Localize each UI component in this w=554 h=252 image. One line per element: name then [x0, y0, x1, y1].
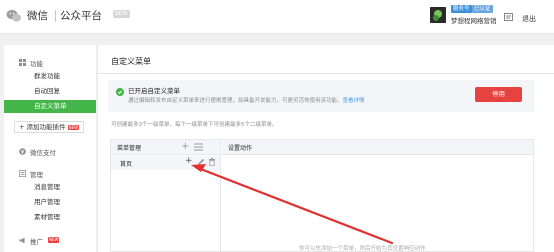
message-icon[interactable]	[504, 13, 513, 21]
notice-text: 通过编辑和发布自定义菜单来进行便携管理，如具备开发能力，可更灵活地使用该功能。	[128, 98, 343, 104]
account-type-badge: 服务号	[451, 5, 472, 13]
brand-divider	[55, 10, 56, 22]
promote-new-badge: NEW	[48, 237, 60, 243]
disable-menu-button[interactable]: 停用	[475, 87, 522, 102]
sidebar-item-broadcast[interactable]: 群发功能	[4, 70, 96, 83]
account-name[interactable]: 梦想程网络营销	[451, 15, 497, 25]
add-submenu-icon[interactable]: +	[185, 155, 193, 167]
empty-action-text: 你可以先添加一个菜单，然后开始为其设置响应动作	[299, 246, 426, 252]
sidebar-item-custom-menu[interactable]: 自定义菜单	[4, 100, 96, 113]
title-divider	[97, 73, 554, 74]
add-menu-icon[interactable]: +	[181, 141, 189, 153]
sidebar-item-users[interactable]: 用户管理	[4, 196, 96, 209]
sidebar-group-function: 功能	[30, 60, 43, 68]
brand-name: 微信	[27, 10, 48, 22]
sidebar-group-promote[interactable]: 推广	[30, 236, 43, 246]
avatar-icon	[430, 7, 446, 23]
notice-details-link[interactable]: 查看详情	[343, 98, 365, 104]
menu-limit-hint: 可创建最多3个一级菜单，每个一级菜单下可创建最多5个二级菜单。	[111, 122, 278, 128]
avatar[interactable]	[430, 7, 446, 23]
sidebar-item-auto-reply[interactable]: 自动回复	[4, 85, 96, 98]
logout-link[interactable]: 退出	[522, 14, 536, 24]
menu-manage-title: 菜单管理	[117, 145, 142, 152]
sidebar-item-materials[interactable]: 素材管理	[4, 211, 96, 224]
action-header: 设置动作	[222, 140, 533, 155]
notice-description: 通过编辑和发布自定义菜单来进行便携管理，如具备开发能力，可更灵活地使用该功能。查…	[128, 96, 365, 104]
verified-badge: 已认证	[472, 5, 493, 13]
edit-icon[interactable]	[197, 158, 205, 166]
delete-icon[interactable]	[209, 158, 215, 166]
notice-title: 已开启自定义菜单	[128, 87, 180, 95]
sidebar-item-messages[interactable]: 消息管理	[4, 181, 96, 194]
new-badge: NEW	[67, 125, 80, 130]
check-icon	[116, 88, 124, 96]
menu-item-label[interactable]: 首页	[120, 159, 132, 168]
manage-icon	[19, 170, 26, 177]
sort-list-icon[interactable]	[194, 143, 203, 151]
menu-manage-header: 菜单管理	[111, 140, 220, 155]
add-plugin-label: + 添加功能插件	[19, 123, 66, 131]
promote-icon	[19, 237, 25, 244]
action-title: 设置动作	[228, 145, 253, 152]
payment-icon	[19, 148, 26, 155]
sidebar-group-manage: 管理	[30, 171, 43, 179]
brand-subtitle: 公众平台	[60, 10, 102, 22]
beta-badge: BETA	[113, 10, 130, 18]
sidebar-item-payment[interactable]: 微信支付	[30, 147, 56, 157]
add-plugin-button[interactable]: + 添加功能插件 NEW	[14, 121, 84, 133]
wechat-logo-icon	[6, 9, 22, 22]
function-icon	[19, 59, 26, 66]
page-title: 自定义菜单	[111, 57, 151, 66]
